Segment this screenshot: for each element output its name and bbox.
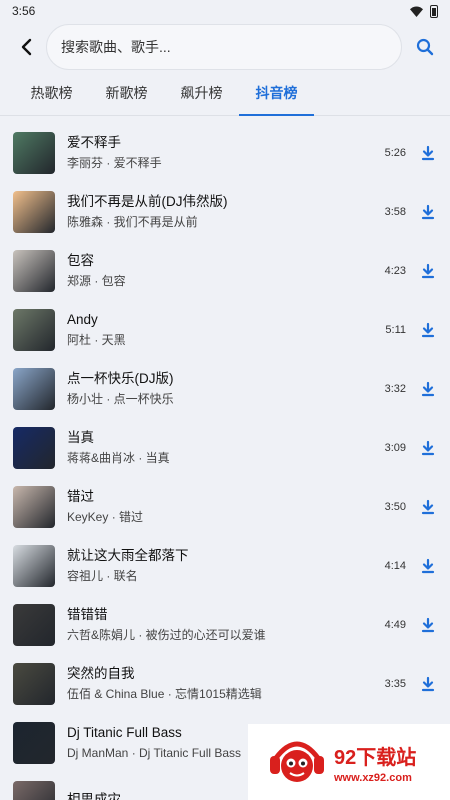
- watermark-name: 92下载站: [334, 746, 417, 769]
- song-subtitle: 容祖儿 · 联名: [67, 569, 138, 583]
- song-info: Andy 阿杜 · 天黑: [67, 311, 385, 348]
- download-icon[interactable]: [420, 617, 436, 633]
- song-title: 突然的自我: [67, 666, 135, 681]
- download-icon[interactable]: [420, 204, 436, 220]
- watermark: 92下载站 www.xz92.com: [248, 724, 450, 800]
- back-button[interactable]: [14, 35, 38, 59]
- song-duration: 5:11: [385, 323, 406, 336]
- song-subtitle: 阿杜 · 天黑: [67, 333, 126, 347]
- album-cover: [13, 367, 55, 410]
- song-duration: 3:09: [384, 441, 406, 454]
- song-subtitle: 伍佰 & China Blue · 忘情1015精选辑: [67, 687, 262, 701]
- status-icons: [410, 4, 438, 18]
- album-cover: [13, 131, 55, 174]
- status-bar: 3:56: [0, 0, 450, 22]
- song-duration: 3:32: [384, 382, 406, 395]
- download-icon[interactable]: [420, 322, 436, 338]
- song-info: 错过 KeyKey · 错过: [67, 488, 385, 525]
- tab-hot[interactable]: 热歌榜: [14, 74, 89, 115]
- tab-douyin[interactable]: 抖音榜: [239, 74, 314, 116]
- song-info: 包容郑源 · 包容: [67, 252, 385, 289]
- song-title: 错过: [67, 489, 94, 504]
- song-subtitle: KeyKey · 错过: [67, 510, 144, 524]
- back-arrow-icon: [21, 38, 32, 56]
- song-duration: 3:50: [384, 500, 406, 513]
- song-info: 我们不再是从前(DJ伟然版) 陈雅森 · 我们不再是从前: [67, 193, 385, 230]
- download-icon[interactable]: [420, 558, 436, 574]
- song-title: 错错错: [67, 607, 108, 622]
- song-title: 就让这大雨全都落下: [67, 548, 189, 563]
- song-row[interactable]: 当真 蒋蒋&曲肖冰 · 当真 3:09: [0, 418, 450, 477]
- watermark-text: 92下载站 www.xz92.com: [334, 741, 416, 784]
- song-duration: 4:49: [384, 618, 406, 631]
- search-button[interactable]: [410, 32, 440, 62]
- song-subtitle: 蒋蒋&曲肖冰 · 当真: [67, 451, 170, 465]
- watermark-url: www.xz92.com: [334, 771, 412, 784]
- search-bar: [0, 22, 450, 72]
- tab-new[interactable]: 新歌榜: [89, 74, 164, 115]
- battery-icon: [430, 4, 438, 18]
- download-icon[interactable]: [420, 440, 436, 456]
- song-row[interactable]: 爱不释手 李丽芬 · 爱不释手 5:26: [0, 123, 450, 182]
- download-icon[interactable]: [420, 676, 436, 692]
- song-subtitle: 陈雅森 · 我们不再是从前: [67, 215, 198, 229]
- album-cover: [13, 721, 55, 764]
- song-info: 点一杯快乐(DJ版) 杨小壮 · 点一杯快乐: [67, 370, 385, 407]
- song-title: 爱不释手: [67, 135, 121, 150]
- song-title: Andy: [67, 312, 98, 327]
- song-row[interactable]: 就让这大雨全都落下 容祖儿 · 联名 4:14: [0, 536, 450, 595]
- search-box[interactable]: [46, 24, 402, 70]
- search-input[interactable]: [61, 39, 387, 55]
- song-title: 包容: [67, 253, 94, 268]
- song-info: 错错错六哲&陈娟儿 · 被伤过的心还可以爱谁: [67, 606, 385, 643]
- song-info: 就让这大雨全都落下 容祖儿 · 联名: [67, 547, 385, 584]
- chart-tabs: 热歌榜 新歌榜 飙升榜 抖音榜: [0, 74, 450, 116]
- song-info: 爱不释手李丽芬 · 爱不释手: [67, 134, 385, 171]
- song-duration: 4:23: [384, 264, 406, 277]
- search-icon: [416, 38, 434, 56]
- song-duration: 3:35: [384, 677, 406, 690]
- album-cover: [13, 603, 55, 646]
- watermark-logo: [270, 741, 324, 782]
- album-cover: [13, 485, 55, 528]
- album-cover: [13, 190, 55, 233]
- song-row[interactable]: 错过 KeyKey · 错过 3:50: [0, 477, 450, 536]
- song-duration: 3:58: [384, 205, 406, 218]
- song-title: 当真: [67, 430, 94, 445]
- song-list: 爱不释手 李丽芬 · 爱不释手 5:26 我们不再是从前(DJ伟然版) 陈雅森 · 我们…: [0, 116, 450, 800]
- song-subtitle: 六哲&陈娟儿 · 被伤过的心还可以爱谁: [67, 628, 266, 642]
- song-title: 点一杯快乐(DJ版): [67, 371, 174, 386]
- song-subtitle: 李丽芬 · 爱不释手: [67, 156, 162, 170]
- download-icon[interactable]: [420, 499, 436, 515]
- song-title: 我们不再是从前(DJ伟然版): [67, 194, 228, 209]
- status-time: 3:56: [12, 4, 36, 18]
- album-cover: [13, 249, 55, 292]
- song-subtitle: 杨小壮 · 点一杯快乐: [67, 392, 174, 406]
- album-cover: [13, 662, 55, 705]
- download-icon[interactable]: [420, 263, 436, 279]
- song-info: 当真蒋蒋&曲肖冰 · 当真: [67, 429, 385, 466]
- wifi-icon: [410, 6, 423, 17]
- song-duration: 5:26: [384, 146, 406, 159]
- song-duration: 4:14: [384, 559, 406, 572]
- download-icon[interactable]: [420, 381, 436, 397]
- song-row[interactable]: Andy 阿杜 · 天黑 5:11: [0, 300, 450, 359]
- song-row[interactable]: 包容 郑源 · 包容 4:23: [0, 241, 450, 300]
- download-icon[interactable]: [420, 145, 436, 161]
- song-info: 突然的自我伍佰 & China Blue · 忘情1015精选辑: [67, 665, 385, 702]
- song-row[interactable]: 错错错 六哲&陈娟儿 · 被伤过的心还可以爱谁 4:49: [0, 595, 450, 654]
- song-row[interactable]: 我们不再是从前(DJ伟然版) 陈雅森 · 我们不再是从前 3:58: [0, 182, 450, 241]
- tab-rising[interactable]: 飙升榜: [164, 74, 239, 115]
- album-cover: [13, 426, 55, 469]
- album-cover: [13, 308, 55, 351]
- song-subtitle: 郑源 · 包容: [67, 274, 126, 288]
- album-cover: [13, 544, 55, 587]
- album-cover: [13, 780, 55, 800]
- song-row[interactable]: 点一杯快乐(DJ版) 杨小壮 · 点一杯快乐 3:32: [0, 359, 450, 418]
- song-row[interactable]: 突然的自我 伍佰 & China Blue · 忘情1015精选辑 3:35: [0, 654, 450, 713]
